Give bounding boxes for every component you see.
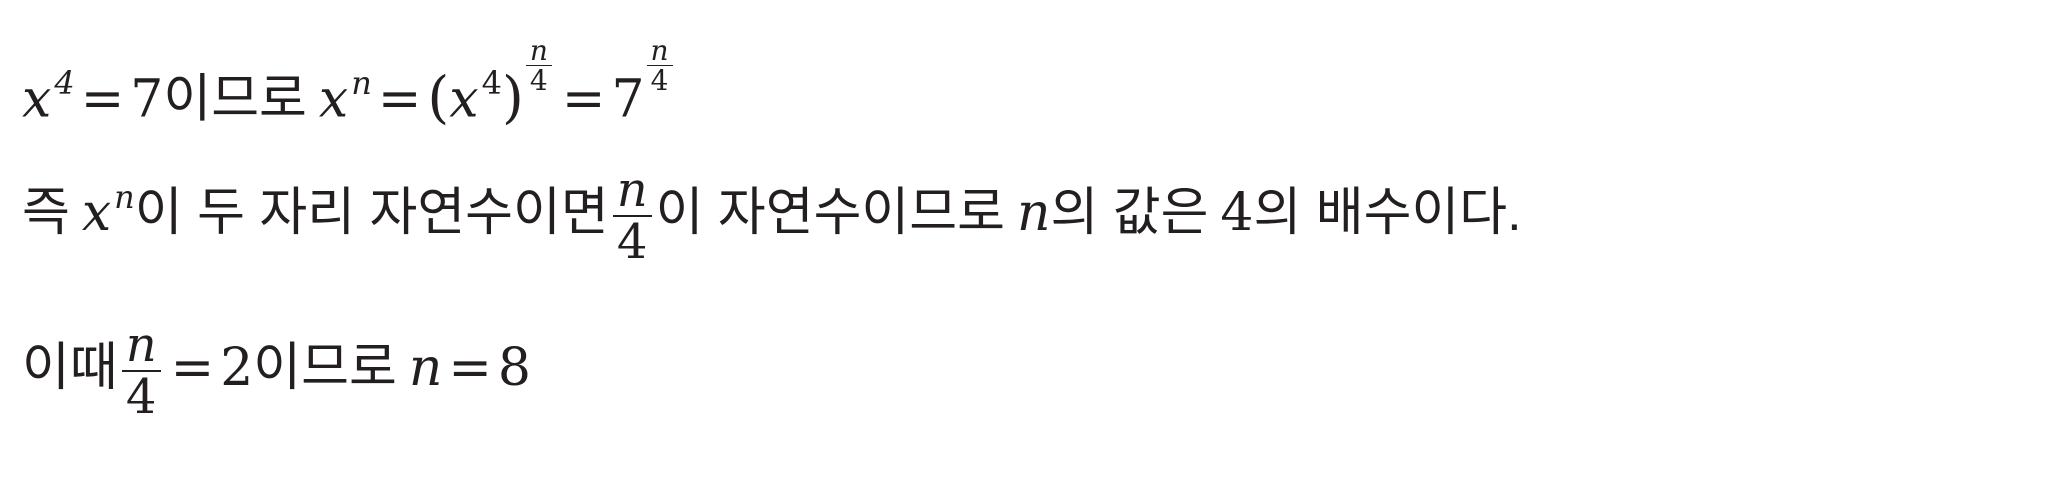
korean-text-natural-number: 이 자연수이므로 xyxy=(655,184,1005,243)
math-var-n: n xyxy=(1016,183,1051,244)
fraction-n-over-4: n4 xyxy=(121,320,161,426)
fraction-numerator: n xyxy=(525,36,552,67)
math-var-x: x xyxy=(81,183,112,244)
korean-text-value: 의 값은 xyxy=(1050,184,1209,243)
equals-sign: = xyxy=(561,69,606,130)
exponent-fraction-n-over-4: n4 xyxy=(525,36,552,98)
exponent-n: n xyxy=(351,64,372,103)
equals-sign: = xyxy=(170,338,215,399)
fraction-denominator: 4 xyxy=(650,64,669,98)
left-paren: ( xyxy=(427,65,450,131)
fraction-numerator: n xyxy=(646,36,673,67)
fraction-numerator: n xyxy=(121,320,161,373)
math-var-x: x xyxy=(22,69,52,130)
fraction-n-over-4: n4 xyxy=(612,165,652,271)
number-two: 2 xyxy=(220,338,254,399)
number-four: 4 xyxy=(1220,183,1254,244)
exponent-n: n xyxy=(114,178,135,217)
math-var-n: n xyxy=(408,338,443,399)
fraction-denominator: 4 xyxy=(616,214,648,271)
korean-text-multiple: 의 배수이다. xyxy=(1253,184,1522,243)
equation-line-2: 즉 xn이 두 자리 자연수이면 n 4 이 자연수이므로 n의 값은 4의 배수이다. xyxy=(22,165,1522,268)
number-seven: 7 xyxy=(611,69,645,130)
equals-sign: = xyxy=(448,338,492,399)
equals-sign: = xyxy=(80,69,125,130)
korean-text-jeuk: 즉 xyxy=(22,184,70,243)
korean-text-condition: 이 두 자리 자연수이면 xyxy=(134,184,609,243)
fraction-denominator: 4 xyxy=(529,64,548,98)
equation-line-3: 이때 n 4 = 2이므로 n = 8 xyxy=(22,320,531,423)
korean-text-ittae: 이때 xyxy=(22,339,118,398)
korean-text-imeuro: 이므로 xyxy=(163,70,307,129)
exponent-4: 4 xyxy=(481,64,502,103)
fraction-denominator: 4 xyxy=(125,369,157,426)
equation-line-1: x4 = 7이므로 xn = (x4) n 4 = 7 n 4 xyxy=(22,36,677,126)
exponent-fraction-n-over-4: n4 xyxy=(646,36,673,98)
fraction-numerator: n xyxy=(612,165,652,218)
right-paren: ) xyxy=(501,65,524,131)
number-seven: 7 xyxy=(130,69,164,130)
exponent-4: 4 xyxy=(54,64,75,103)
korean-text-imeuro: 이므로 xyxy=(253,339,397,398)
number-eight: 8 xyxy=(497,338,531,399)
math-var-x: x xyxy=(449,69,479,130)
math-var-x: x xyxy=(318,69,349,130)
equals-sign: = xyxy=(377,69,422,130)
